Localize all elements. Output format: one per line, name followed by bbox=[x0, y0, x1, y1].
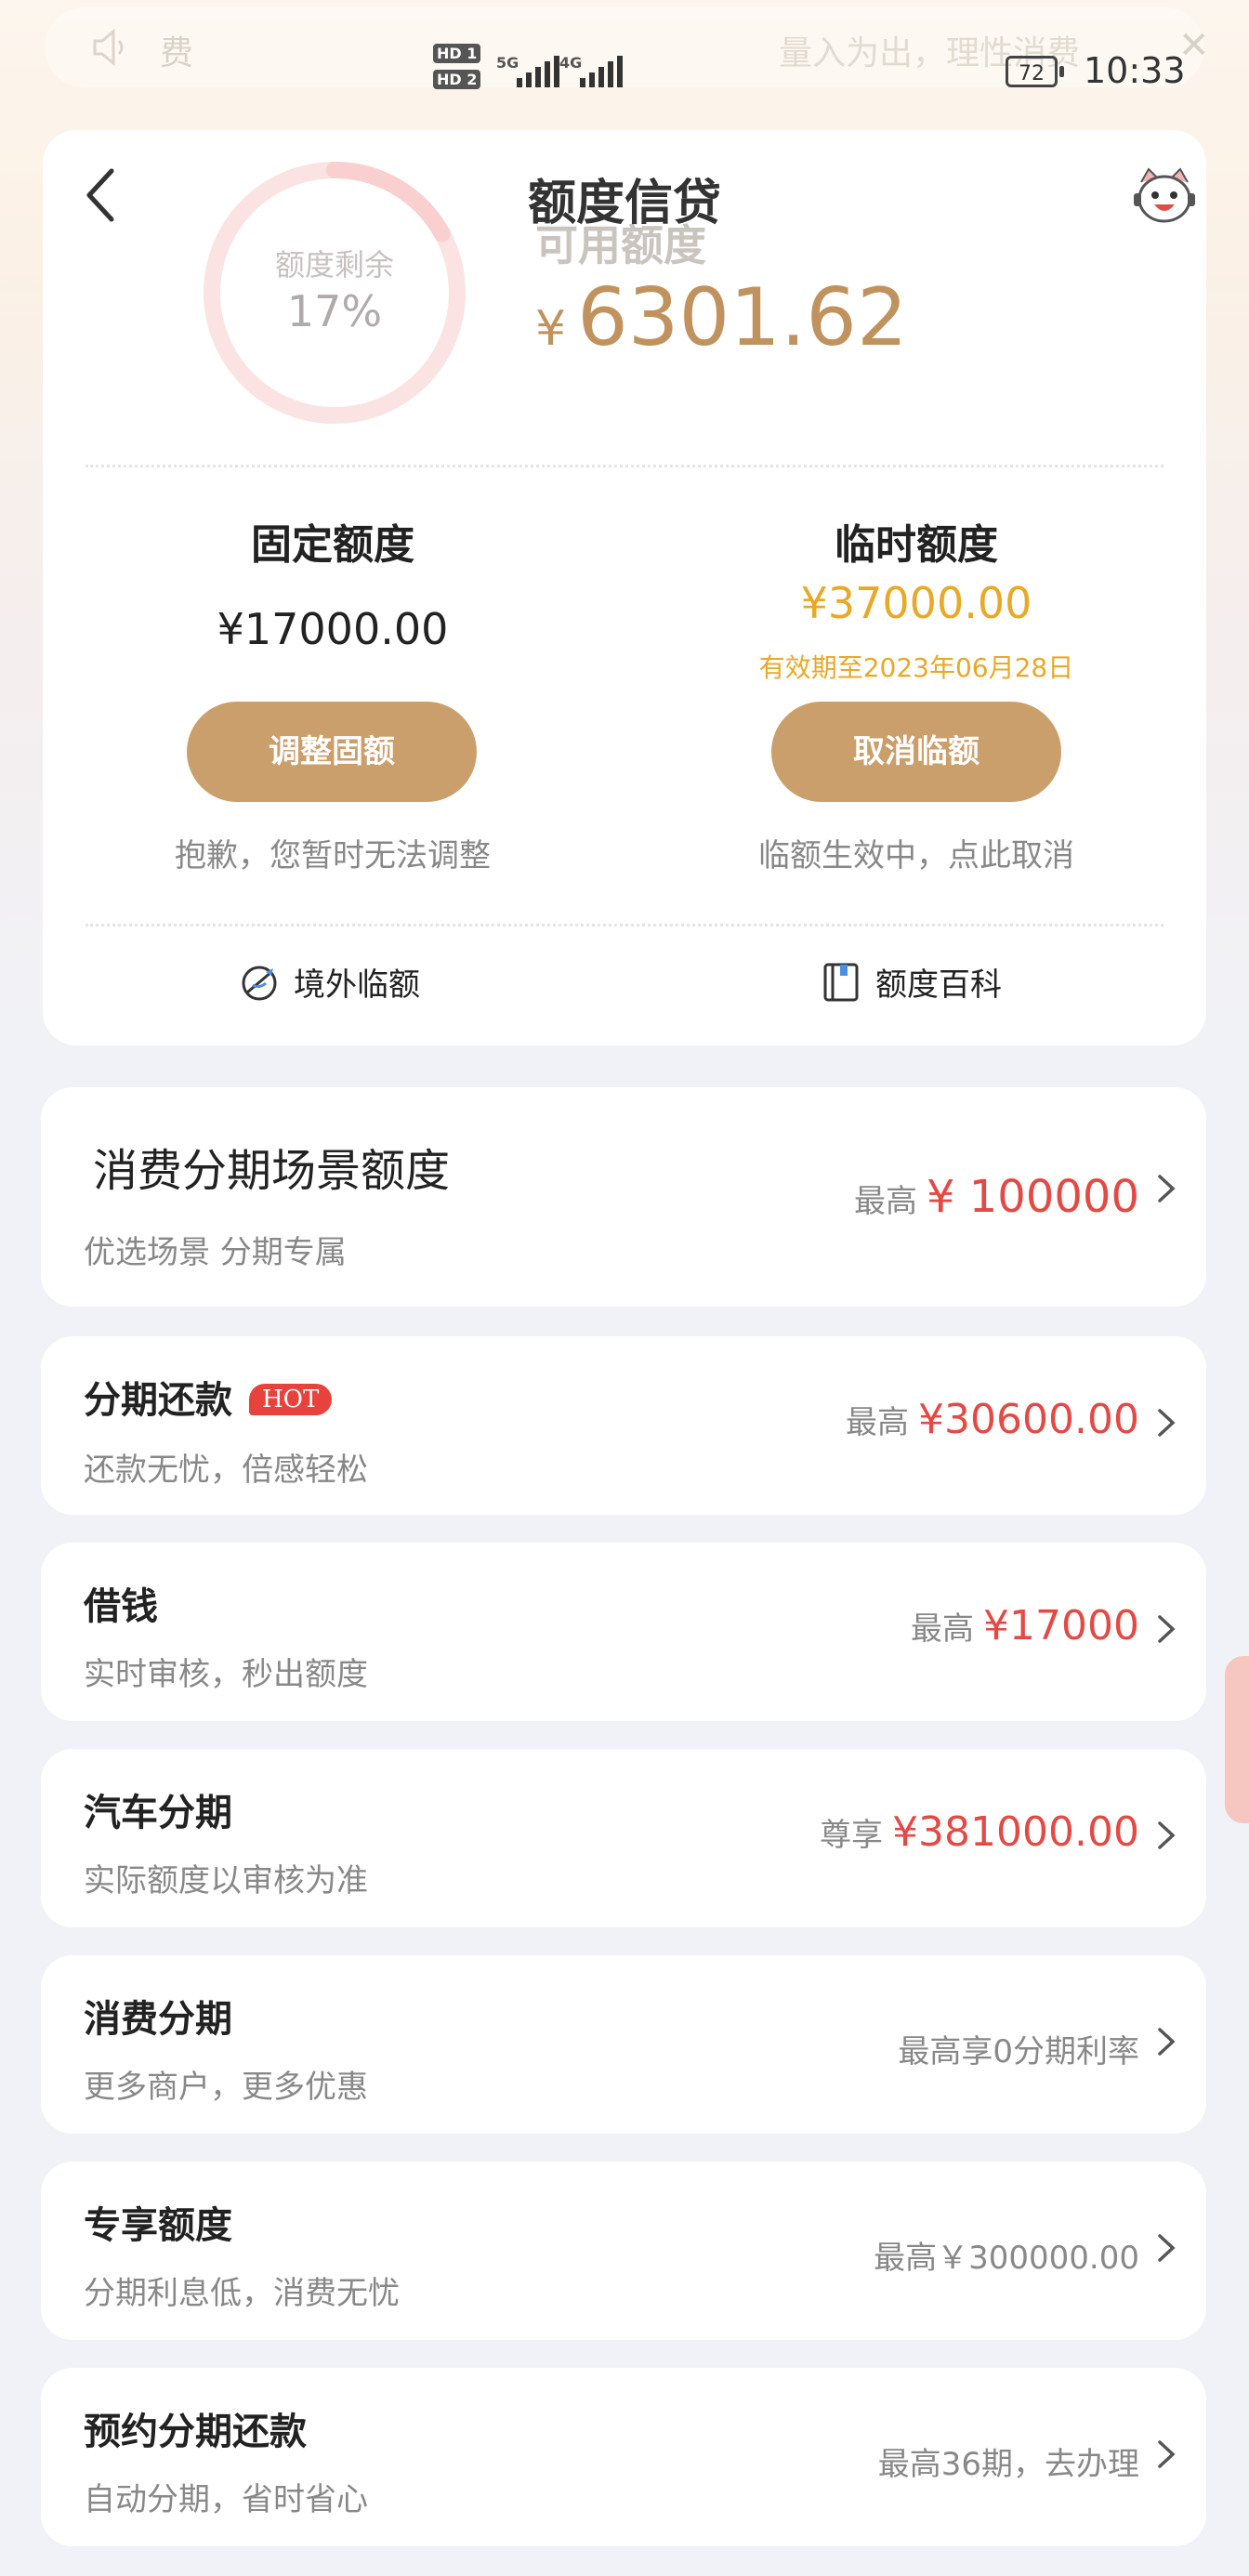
item-prefix: 最高 bbox=[853, 1183, 917, 1220]
list-item[interactable]: 消费分期 更多商户，更多优惠 最高享0分期利率 bbox=[41, 1955, 1206, 2134]
item-title: 分期还款 HOT bbox=[84, 1370, 333, 1424]
chevron-right-icon bbox=[1158, 1615, 1176, 1643]
limit-wiki-label: 额度百科 bbox=[875, 966, 1002, 1004]
item-title: 汽车分期 bbox=[84, 1792, 232, 1834]
list-item[interactable]: 预约分期还款 自动分期，省时省心 最高36期，去办理 bbox=[41, 2368, 1206, 2546]
overseas-temp-label: 境外临额 bbox=[294, 966, 420, 1004]
battery-icon: 72 bbox=[1006, 56, 1064, 87]
adjust-fixed-button[interactable]: 调整固额 bbox=[187, 702, 477, 802]
item-subtitle: 实际额度以审核为准 bbox=[84, 1862, 368, 1899]
item-title: 消费分期场景额度 bbox=[93, 1145, 451, 1197]
item-title: 消费分期 bbox=[84, 1998, 232, 2041]
fixed-limit-title: 固定额度 bbox=[251, 521, 414, 569]
item-amount: ¥17000 bbox=[983, 1602, 1139, 1649]
limit-wiki-link[interactable]: 额度百科 bbox=[820, 959, 1002, 1005]
chevron-right-icon bbox=[1158, 2028, 1176, 2056]
temp-limit-expiry: 有效期至2023年06月28日 bbox=[758, 652, 1074, 683]
fixed-limit-note: 抱歉，您暂时无法调整 bbox=[175, 837, 491, 874]
sim-labels: HD 1 HD 2 bbox=[433, 41, 481, 93]
list-item[interactable]: 借钱 实时审核，秒出额度 最高 ¥17000 bbox=[41, 1543, 1206, 1721]
sim1-label: HD 1 bbox=[433, 44, 481, 63]
clock: 10:33 bbox=[1084, 50, 1186, 91]
cancel-temp-button[interactable]: 取消临额 bbox=[771, 702, 1061, 802]
item-prefix: 最高 bbox=[846, 1404, 910, 1441]
item-subtitle: 分期利息低，消费无忧 bbox=[84, 2275, 400, 2312]
item-subtitle: 实时审核，秒出额度 bbox=[84, 1656, 368, 1693]
item-title: 专享额度 bbox=[84, 2204, 232, 2247]
divider bbox=[85, 924, 1164, 927]
speaker-icon bbox=[93, 28, 124, 67]
list-item[interactable]: 消费分期场景额度 优选场景 分期专属 最高 ¥ 100000 bbox=[41, 1087, 1206, 1307]
item-value: 最高 ¥17000 bbox=[911, 1602, 1139, 1649]
item-value: 最高36期，去办理 bbox=[877, 2446, 1139, 2483]
overseas-temp-link[interactable]: 境外临额 bbox=[238, 959, 420, 1005]
item-title-text: 分期还款 bbox=[84, 1379, 232, 1422]
plane-globe-icon bbox=[242, 966, 277, 1000]
item-subtitle: 更多商户，更多优惠 bbox=[84, 2069, 368, 2106]
item-value: 最高 ¥30600.00 bbox=[846, 1396, 1139, 1443]
list-item[interactable]: 分期还款 HOT 还款无忧，倍感轻松 最高 ¥30600.00 bbox=[41, 1336, 1206, 1515]
signal-icon bbox=[580, 50, 623, 87]
status-bar: 费 量入为出，理性消费 ✕ HD 1 HD 2 5G 4G 72 10:33 bbox=[0, 0, 1249, 149]
currency-symbol: ¥ bbox=[535, 301, 567, 357]
item-subtitle: 还款无忧，倍感轻松 bbox=[84, 1452, 368, 1489]
item-amount: ¥30600.00 bbox=[918, 1396, 1139, 1443]
network-4g: 4G bbox=[559, 54, 583, 72]
signal-icon bbox=[517, 50, 559, 87]
item-value: 最高￥300000.00 bbox=[874, 2240, 1139, 2277]
item-title: 预约分期还款 bbox=[84, 2411, 307, 2453]
notice-left-text: 费 bbox=[160, 34, 194, 72]
divider bbox=[85, 465, 1164, 467]
available-value: 6301.62 bbox=[577, 271, 908, 364]
chevron-right-icon bbox=[1158, 2440, 1176, 2468]
network-5g: 5G bbox=[496, 54, 519, 72]
chevron-right-icon bbox=[1158, 1409, 1176, 1437]
page-title: 额度信贷 bbox=[527, 176, 721, 231]
available-amount: ¥6301.62 bbox=[535, 271, 908, 364]
item-title: 借钱 bbox=[84, 1585, 158, 1628]
temp-limit-amount: ¥37000.00 bbox=[800, 578, 1032, 628]
sim2-label: HD 2 bbox=[433, 70, 481, 89]
temp-limit-note[interactable]: 临额生效中，点此取消 bbox=[656, 830, 1177, 875]
item-subtitle: 自动分期，省时省心 bbox=[84, 2481, 368, 2518]
mascot-icon[interactable] bbox=[1132, 164, 1197, 229]
ring-percent: 17% bbox=[286, 286, 383, 336]
chevron-right-icon bbox=[1158, 2234, 1176, 2262]
ring-label: 额度剩余 bbox=[274, 247, 394, 283]
item-prefix: 尊享 bbox=[820, 1817, 884, 1854]
chevron-right-icon bbox=[1158, 1821, 1176, 1849]
item-prefix: 最高 bbox=[911, 1610, 975, 1648]
temp-limit-title: 临时额度 bbox=[835, 521, 998, 569]
floating-promo-tab[interactable] bbox=[1225, 1656, 1249, 1823]
fixed-limit-amount: ¥17000.00 bbox=[217, 604, 449, 654]
item-value: 最高 ¥ 100000 bbox=[854, 1171, 1139, 1223]
book-icon bbox=[823, 963, 859, 1001]
item-subtitle: 优选场景 分期专属 bbox=[84, 1234, 347, 1271]
item-amount: ¥381000.00 bbox=[892, 1808, 1139, 1856]
list-item[interactable]: 专享额度 分期利息低，消费无忧 最高￥300000.00 bbox=[41, 2162, 1206, 2340]
item-value: 最高享0分期利率 bbox=[898, 2033, 1139, 2070]
item-amount: ¥ 100000 bbox=[926, 1171, 1139, 1223]
list-item[interactable]: 汽车分期 实际额度以审核为准 尊享 ¥381000.00 bbox=[41, 1749, 1206, 1927]
item-value: 尊享 ¥381000.00 bbox=[820, 1808, 1139, 1856]
hot-badge: HOT bbox=[249, 1384, 333, 1415]
chevron-right-icon bbox=[1158, 1175, 1176, 1203]
